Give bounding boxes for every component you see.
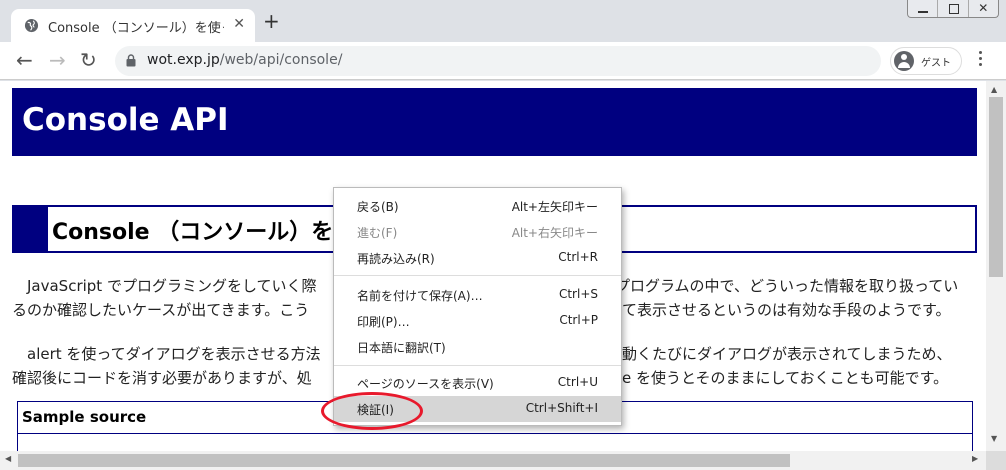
scroll-left-icon[interactable]: ◀: [5, 454, 11, 463]
paragraph-2-line-1: alert を使ってダイアログを表示させる方法: [12, 345, 321, 363]
horizontal-scroll-thumb[interactable]: [18, 454, 790, 467]
section-heading: Console （コンソール）を: [52, 220, 334, 245]
sample-source-heading: Sample source: [22, 408, 147, 426]
maximize-button[interactable]: [937, 0, 967, 17]
menu-item-label: 進む(F): [357, 226, 398, 240]
menu-item-label: 再読み込み(R): [357, 252, 435, 266]
menu-item-shortcut: Ctrl+S: [558, 287, 598, 301]
browser-toolbar: ← → ↻ wot.exp.jp/web/api/console/ ゲスト: [0, 42, 1006, 80]
menu-item-shortcut: Ctrl+U: [557, 375, 598, 389]
forward-button[interactable]: →: [49, 49, 66, 71]
menu-separator: [334, 275, 621, 276]
paragraph-1-line-1b: プログラムの中で、どういった情報を取り扱ってい: [615, 277, 959, 295]
menu-separator: [334, 365, 621, 366]
menu-item-shortcut: Ctrl+P: [559, 313, 598, 327]
paragraph-1-line-2: るのか確認したいケースが出てきます。こう: [12, 301, 310, 319]
url-text: wot.exp.jp/web/api/console/: [147, 52, 342, 68]
paragraph-1-line-1: JavaScript でプログラミングをしていく際: [12, 277, 317, 295]
paragraph-2-line-1b: 動くたびにダイアログが表示されてしまうため、: [622, 345, 952, 363]
profile-label: ゲスト: [921, 58, 951, 69]
menu-item-shortcut: Alt+右矢印キー: [511, 226, 598, 240]
avatar-icon: [894, 51, 914, 71]
new-tab-button[interactable]: +: [263, 11, 280, 31]
tab-close-icon[interactable]: ✕: [233, 16, 245, 32]
browser-tab[interactable]: Console （コンソール）を使っ ✕: [11, 9, 255, 42]
sample-source-body: [17, 434, 973, 451]
menu-item-print[interactable]: 印刷(P)… Ctrl+P: [334, 308, 621, 334]
menu-item-label: 戻る(B): [357, 200, 399, 214]
url-host: wot.exp.jp: [147, 52, 220, 68]
title-bar: Console （コンソール）を使っ ✕ + ✕: [0, 0, 1006, 42]
globe-icon: [24, 18, 39, 33]
highlight-circle: [321, 392, 423, 430]
menu-item-label: 印刷(P)…: [357, 315, 410, 329]
page-title: Console API: [22, 102, 229, 138]
vertical-scrollbar[interactable]: ▲ ▼: [986, 81, 1006, 451]
menu-item-label: 名前を付けて保存(A)…: [357, 289, 483, 303]
menu-item-forward[interactable]: 進む(F) Alt+右矢印キー: [334, 219, 621, 245]
tab-title: Console （コンソール）を使っ: [48, 21, 224, 36]
url-path: /web/api/console/: [219, 52, 343, 68]
paragraph-2-line-2b: e を使うとそのままにしておくことも可能です。: [622, 369, 949, 387]
reload-button[interactable]: ↻: [80, 49, 97, 71]
minimize-button[interactable]: [908, 0, 937, 17]
scrollbar-corner: [986, 451, 1006, 470]
profile-button[interactable]: ゲスト: [890, 47, 962, 75]
menu-item-label: 日本語に翻訳(T): [357, 341, 446, 355]
paragraph-1-line-2b: て表示させるというのは有効な手段のようです。: [622, 301, 951, 319]
menu-item-save-as[interactable]: 名前を付けて保存(A)… Ctrl+S: [334, 282, 621, 308]
menu-item-label: ページのソースを表示(V): [357, 377, 494, 391]
menu-item-back[interactable]: 戻る(B) Alt+左矢印キー: [334, 193, 621, 219]
scroll-down-icon[interactable]: ▼: [991, 434, 997, 443]
paragraph-2-line-2: 確認後にコードを消す必要がありますが、処: [12, 369, 312, 387]
menu-item-shortcut: Alt+左矢印キー: [511, 200, 598, 214]
window-close-button[interactable]: ✕: [967, 0, 998, 17]
horizontal-scrollbar[interactable]: ◀ ▶: [0, 451, 986, 470]
scroll-right-icon[interactable]: ▶: [972, 454, 978, 463]
menu-item-translate[interactable]: 日本語に翻訳(T): [334, 334, 621, 360]
menu-item-shortcut: Ctrl+R: [558, 250, 598, 264]
page-title-banner: Console API: [12, 88, 977, 156]
menu-kebab-icon[interactable]: [979, 51, 983, 69]
back-button[interactable]: ←: [16, 49, 33, 71]
lock-icon: [126, 54, 136, 67]
scroll-up-icon[interactable]: ▲: [991, 85, 997, 94]
vertical-scroll-thumb[interactable]: [989, 97, 1003, 277]
context-menu: 戻る(B) Alt+左矢印キー 進む(F) Alt+右矢印キー 再読み込み(R)…: [333, 187, 622, 426]
address-bar[interactable]: wot.exp.jp/web/api/console/: [115, 46, 881, 76]
menu-item-shortcut: Ctrl+Shift+I: [525, 401, 598, 415]
window-controls: ✕: [907, 0, 999, 18]
menu-item-reload[interactable]: 再読み込み(R) Ctrl+R: [334, 245, 621, 271]
